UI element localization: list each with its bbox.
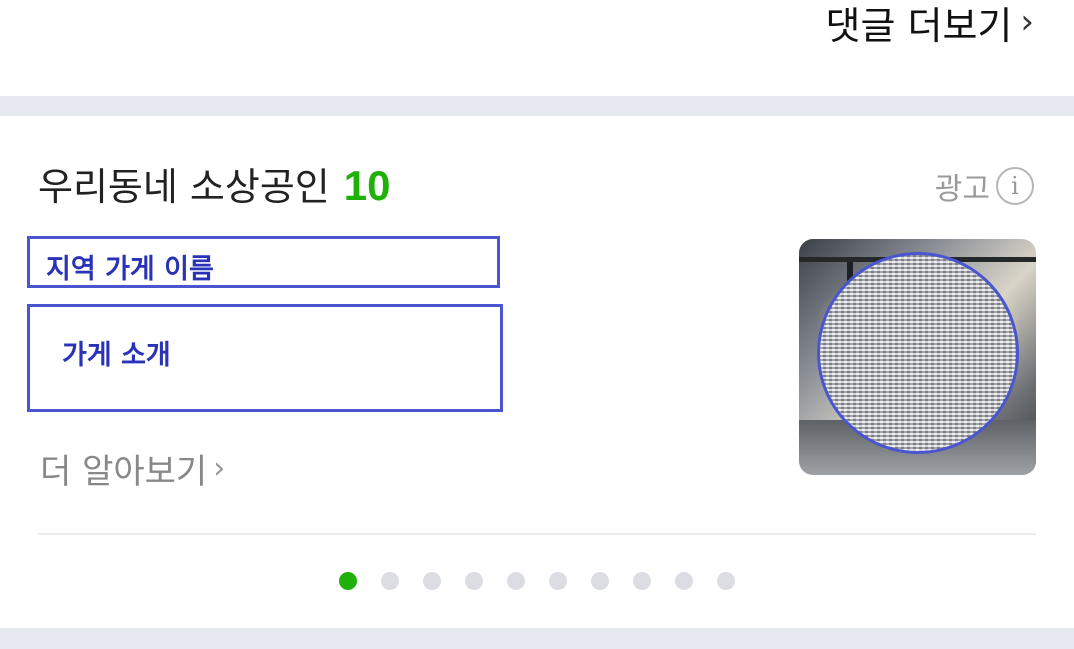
info-icon[interactable]: i [996,167,1034,205]
annotated-region [817,252,1019,454]
more-comments-link[interactable]: 댓글 더보기 › [826,0,1035,48]
card-title-text: 우리동네 소상공인 [38,165,330,209]
learn-more-label: 더 알아보기 [40,452,208,492]
pagination-dot[interactable] [675,572,693,590]
pagination-dot[interactable] [507,572,525,590]
pagination-dot[interactable] [423,572,441,590]
local-business-card: 우리동네 소상공인 10 광고 i 지역 가게 이름 가게 소개 더 알아보기 … [0,116,1074,628]
card-divider [38,533,1036,535]
chevron-right-icon: › [213,451,226,486]
section-divider [0,628,1074,649]
store-name-text: 지역 가게 이름 [46,254,214,285]
pagination-dot-active[interactable] [339,572,357,590]
pagination-dot[interactable] [549,572,567,590]
ad-label[interactable]: 광고 i [935,164,1034,208]
card-count: 10 [343,162,391,209]
pagination-dot[interactable] [717,572,735,590]
pagination-dot[interactable] [591,572,609,590]
pagination-dot[interactable] [633,572,651,590]
store-intro-field[interactable]: 가게 소개 [27,304,503,412]
store-intro-text: 가게 소개 [62,340,171,371]
section-divider [0,96,1074,116]
pagination-dots [339,572,735,590]
store-name-field[interactable]: 지역 가게 이름 [27,236,500,288]
card-title: 우리동네 소상공인 10 [38,156,390,211]
more-comments-label: 댓글 더보기 [825,3,1013,48]
store-photo[interactable] [799,239,1036,475]
learn-more-link[interactable]: 더 알아보기 › [40,444,225,493]
chevron-right-icon: › [1020,2,1034,42]
ad-label-text: 광고 [934,172,990,207]
pagination-dot[interactable] [381,572,399,590]
pagination-dot[interactable] [465,572,483,590]
